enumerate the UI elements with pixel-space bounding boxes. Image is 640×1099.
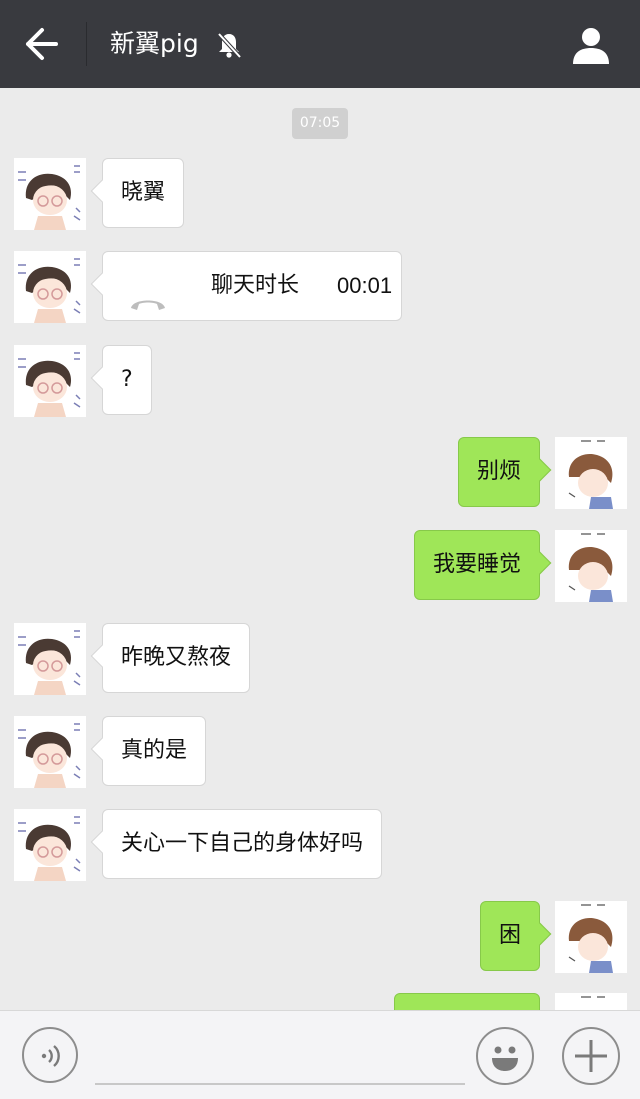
message-text-input[interactable] — [95, 1033, 465, 1085]
back-arrow-icon[interactable] — [22, 24, 62, 64]
received-message-bubble[interactable]: ? — [102, 345, 152, 415]
timestamp-label: 07:05 — [292, 108, 348, 139]
message-text: ? — [121, 367, 133, 392]
chat-title: 新翼pig — [110, 29, 199, 58]
contact-avatar[interactable] — [14, 158, 86, 230]
sent-message-bubble[interactable] — [394, 993, 540, 1010]
message-row: 困 — [0, 901, 640, 973]
received-message-bubble[interactable]: 晓翼 — [102, 158, 185, 228]
message-text: 真的是 — [121, 738, 188, 763]
chat-message-list[interactable]: 07:05 晓翼 聊天时长 00:01 ? 别烦 我要睡觉 昨晚又熬夜 真的是 … — [0, 88, 640, 1010]
message-text: 别烦 — [476, 459, 521, 484]
message-row: 昨晚又熬夜 — [0, 623, 640, 695]
my-avatar[interactable] — [555, 901, 627, 973]
voice-input-button[interactable] — [22, 1027, 78, 1083]
message-row: 晓翼 — [0, 158, 640, 230]
message-row: 关心一下自己的身体好吗 — [0, 809, 640, 881]
sent-message-bubble[interactable]: 我要睡觉 — [413, 530, 540, 600]
contact-avatar[interactable] — [14, 251, 86, 323]
chat-header: 新翼pig — [0, 0, 640, 88]
received-message-bubble[interactable]: 真的是 — [102, 716, 207, 786]
person-icon[interactable] — [570, 24, 612, 66]
message-row: 聊天时长 00:01 — [0, 251, 640, 323]
sent-message-bubble[interactable]: 别烦 — [457, 437, 540, 507]
call-duration-label: 聊天时长 — [211, 273, 300, 298]
my-avatar[interactable] — [555, 993, 627, 1010]
my-avatar[interactable] — [555, 437, 627, 509]
received-message-bubble[interactable]: 昨晚又熬夜 — [102, 623, 251, 693]
message-text: 晓翼 — [121, 180, 166, 205]
message-row: 我要睡觉 — [0, 530, 640, 602]
call-record-bubble[interactable]: 聊天时长 00:01 — [102, 251, 402, 321]
contact-avatar[interactable] — [14, 623, 86, 695]
message-text: 我要睡觉 — [432, 552, 521, 577]
message-text: 关心一下自己的身体好吗 — [121, 831, 364, 856]
smiley-icon — [478, 1046, 532, 1087]
message-text: 困 — [498, 923, 521, 948]
more-options-button[interactable] — [562, 1027, 620, 1085]
header-divider — [86, 22, 87, 66]
voice-icon — [24, 1045, 76, 1085]
message-row — [0, 993, 640, 1010]
phone-hangup-icon — [127, 276, 169, 310]
message-row: 真的是 — [0, 716, 640, 788]
call-duration-value: 00:01 — [337, 273, 393, 298]
contact-avatar[interactable] — [14, 809, 86, 881]
message-input-bar — [0, 1010, 640, 1099]
message-row: ? — [0, 345, 640, 417]
contact-avatar[interactable] — [14, 716, 86, 788]
emoji-button[interactable] — [476, 1027, 534, 1085]
contact-avatar[interactable] — [14, 345, 86, 417]
my-avatar[interactable] — [555, 530, 627, 602]
message-row: 别烦 — [0, 437, 640, 509]
sent-message-bubble[interactable]: 困 — [479, 901, 540, 971]
plus-icon — [564, 1040, 618, 1087]
received-message-bubble[interactable]: 关心一下自己的身体好吗 — [102, 809, 383, 879]
bell-muted-icon — [214, 30, 244, 60]
message-text: 昨晚又熬夜 — [121, 645, 232, 670]
